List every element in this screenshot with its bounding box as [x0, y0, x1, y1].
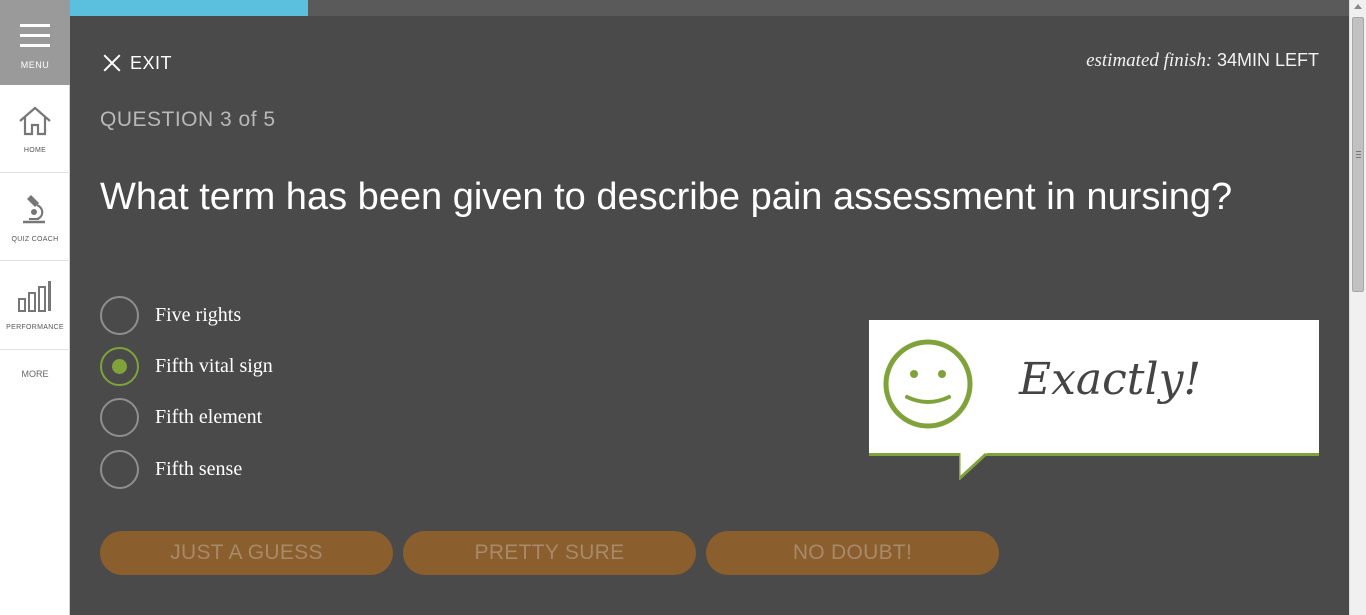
exit-label: EXIT — [130, 52, 173, 73]
sidebar-item-label: QUIZ COACH — [11, 236, 59, 243]
sidebar-item-performance[interactable]: PERFORMANCE — [0, 261, 70, 350]
sidebar-more[interactable]: MORE — [0, 369, 70, 379]
home-icon — [19, 106, 51, 136]
smiley-icon — [883, 339, 973, 429]
sidebar-item-label: PERFORMANCE — [6, 324, 64, 331]
question-text: What term has been given to describe pai… — [100, 176, 1233, 218]
just-a-guess-button[interactable]: JUST A GUESS — [100, 531, 393, 575]
sidebar: MENU HOME QUIZ COACH PERFORMANCE MORE — [0, 0, 70, 615]
feedback-text: Exactly! — [1019, 354, 1202, 405]
question-counter: QUESTION 3 of 5 — [100, 108, 276, 131]
progress-fill — [70, 0, 308, 16]
hamburger-icon — [20, 24, 50, 54]
vertical-scrollbar[interactable] — [1349, 0, 1366, 615]
sidebar-item-quiz-coach[interactable]: QUIZ COACH — [0, 173, 70, 261]
answer-option-label: Five rights — [155, 303, 242, 326]
exit-button[interactable]: EXIT — [100, 50, 172, 76]
menu-label: MENU — [20, 60, 50, 70]
scroll-up-icon[interactable] — [1354, 4, 1362, 9]
sidebar-item-home[interactable]: HOME — [0, 85, 70, 173]
radio-button[interactable] — [100, 449, 139, 489]
grip-icon — [1356, 151, 1361, 160]
answer-option-label: Fifth sense — [155, 457, 243, 480]
radio-button[interactable] — [100, 295, 139, 335]
progress-bar — [70, 0, 1349, 16]
estimated-finish: estimated finish: 34MIN LEFT — [1086, 50, 1319, 72]
scrollbar-thumb[interactable] — [1352, 17, 1364, 292]
sidebar-item-label: HOME — [23, 147, 47, 154]
menu-button[interactable]: MENU — [0, 0, 70, 85]
bubble-tail — [959, 453, 987, 480]
answer-option[interactable]: Five rights — [100, 295, 241, 335]
estimated-finish-value: 34MIN LEFT — [1216, 50, 1319, 70]
microscope-icon — [23, 195, 45, 224]
close-icon — [100, 52, 122, 74]
bar-chart-icon — [18, 281, 51, 312]
radio-button[interactable] — [100, 397, 139, 437]
answer-option-label: Fifth element — [155, 405, 263, 428]
radio-button[interactable] — [100, 346, 139, 386]
answer-option[interactable]: Fifth element — [100, 397, 262, 437]
answer-option[interactable]: Fifth sense — [100, 449, 242, 489]
answer-option-label: Fifth vital sign — [155, 354, 273, 377]
pretty-sure-button[interactable]: PRETTY SURE — [403, 531, 696, 575]
no-doubt-button[interactable]: NO DOUBT! — [706, 531, 999, 575]
estimated-finish-label: estimated finish: — [1086, 50, 1217, 71]
answer-option[interactable]: Fifth vital sign — [100, 346, 273, 386]
feedback-bubble: Exactly! — [869, 320, 1319, 456]
